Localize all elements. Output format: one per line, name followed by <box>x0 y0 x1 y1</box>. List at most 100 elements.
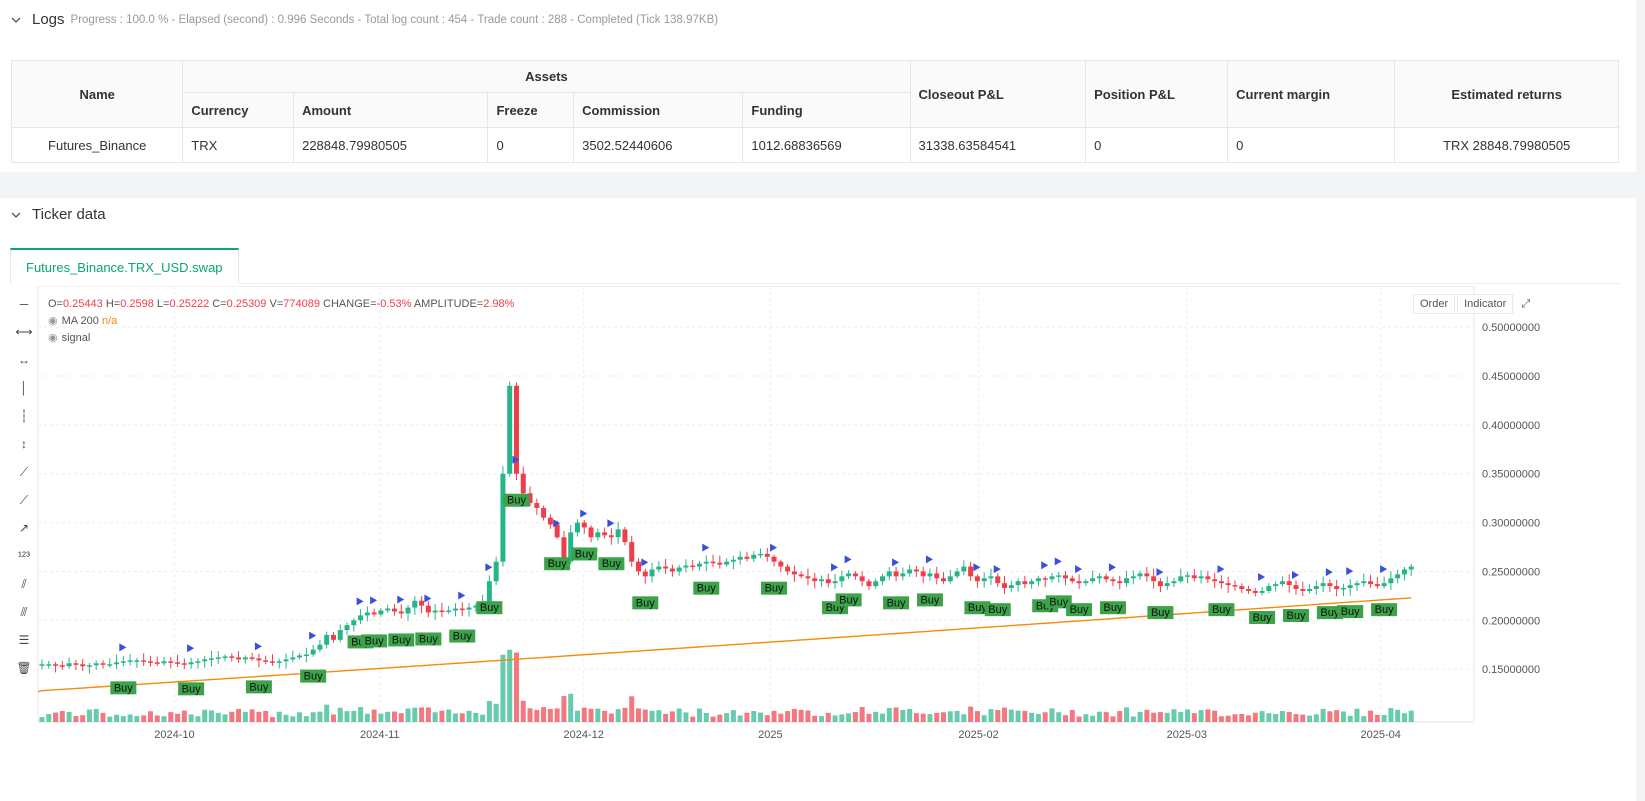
candle-body <box>425 605 431 613</box>
volume-bar <box>378 713 384 722</box>
chart-area[interactable]: 0.50000000 0.45000000 0.40000000 0.35000000… <box>0 286 1636 801</box>
candle-body <box>215 657 221 659</box>
price-label-icon[interactable]: ¹²³ <box>14 546 34 566</box>
volume-bar <box>1273 713 1279 722</box>
eye-icon[interactable]: ◉ <box>48 315 58 327</box>
extended-line-icon[interactable]: ↔ <box>14 350 34 370</box>
candle-body <box>1022 581 1028 585</box>
candle-body <box>1198 576 1204 579</box>
signal-marker <box>973 563 981 572</box>
x-tick-label: 2025 <box>758 729 782 741</box>
horizontal-ray-icon[interactable]: ⟷ <box>14 322 34 342</box>
h-value: 0.2598 <box>120 298 154 310</box>
candle-body <box>1191 575 1197 579</box>
volume-bar <box>595 708 601 722</box>
volume-bar <box>412 707 418 722</box>
volume-bar <box>1035 713 1041 722</box>
vertical-segment-icon[interactable]: ┆ <box>14 406 34 426</box>
candle-body <box>358 615 364 621</box>
ray-icon[interactable]: ⟋ <box>14 490 34 510</box>
volume-bar <box>730 710 736 722</box>
signal-marker <box>1054 557 1062 566</box>
candle-body <box>635 561 641 572</box>
ticker-header[interactable]: Ticker data <box>10 206 106 223</box>
buy-signal-label: Buy <box>988 604 1007 616</box>
candle-body <box>39 664 45 666</box>
buy-signal-label: Buy <box>1253 612 1272 624</box>
volume-bar <box>717 714 723 722</box>
volume-bar <box>385 711 391 722</box>
o-value: 0.25443 <box>62 298 103 310</box>
volume-bar <box>500 654 506 722</box>
signal-marker <box>370 596 378 605</box>
signal-marker <box>1075 565 1083 574</box>
volume-bar <box>297 712 303 722</box>
y-tick-label: 0.20000000 <box>1482 615 1540 627</box>
eye-icon[interactable]: ◉ <box>48 332 58 344</box>
order-button[interactable]: Order <box>1413 294 1456 314</box>
candle-body <box>364 612 370 616</box>
fullscreen-icon[interactable]: ⤢ <box>1515 294 1537 314</box>
candle-body <box>330 634 336 640</box>
volume-bar <box>1083 714 1089 722</box>
cell-freeze: 0 <box>487 127 575 163</box>
chevron-down-icon[interactable] <box>10 14 22 26</box>
indicator-button[interactable]: Indicator <box>1457 294 1514 314</box>
volume-bar <box>656 710 662 722</box>
candlestick-chart[interactable]: 0.50000000 0.45000000 0.40000000 0.35000000… <box>0 286 1636 801</box>
candle-body <box>1218 581 1224 584</box>
fib-icon[interactable]: ⫻ <box>14 602 34 622</box>
signal-legend[interactable]: ◉ signal <box>48 330 514 347</box>
volume-bar <box>513 652 519 722</box>
volume-bar <box>1090 715 1096 722</box>
arrow-line-icon[interactable]: ↗ <box>14 518 34 538</box>
trend-line-icon[interactable]: ⟋ <box>14 462 34 482</box>
signal-marker <box>993 565 1001 574</box>
ma-legend[interactable]: ◉ MA 200 n/a <box>48 313 514 330</box>
candle-body <box>1137 573 1143 577</box>
candle-body <box>1361 581 1367 584</box>
cell-name: Futures_Binance <box>10 127 184 163</box>
candle-body <box>981 578 987 582</box>
cell-amount: 228848.79980505 <box>293 127 489 163</box>
volume-bar <box>873 711 879 722</box>
parallel-channel-icon[interactable]: ⫽ <box>14 574 34 594</box>
signal-marker <box>607 519 615 528</box>
buy-signal-label: Buy <box>575 548 594 560</box>
c-label: C= <box>212 298 227 310</box>
signal-marker <box>1108 563 1116 572</box>
candle-body <box>805 576 811 579</box>
trash-icon[interactable]: 🗑 <box>14 658 34 678</box>
volume-bar <box>398 713 404 722</box>
logs-header[interactable]: Logs Progress : 100.0 % - Elapsed (secon… <box>10 11 718 28</box>
vertical-ray-icon[interactable]: ↕ <box>14 434 34 454</box>
tab-trx-usd-swap[interactable]: Futures_Binance.TRX_USD.swap <box>10 248 239 284</box>
volume-bar <box>995 710 1001 722</box>
signal-marker <box>641 558 649 567</box>
volume-bar <box>798 709 804 722</box>
candle-body <box>886 571 892 577</box>
vertical-line-icon[interactable]: │ <box>14 378 34 398</box>
horizontal-line-icon[interactable]: ─ <box>14 294 34 314</box>
volume-bar <box>893 707 899 722</box>
candle-body <box>710 561 716 564</box>
candle-body <box>398 611 404 614</box>
volume-bar <box>107 716 113 722</box>
candle-body <box>574 522 580 533</box>
candle-body <box>1151 576 1157 582</box>
volume-bar <box>1300 714 1306 722</box>
candle-body <box>1381 583 1387 587</box>
cell-currency: TRX <box>182 127 295 163</box>
volume-bar <box>859 706 865 722</box>
multi-line-icon[interactable]: ☰ <box>14 630 34 650</box>
chevron-down-icon[interactable] <box>10 209 22 221</box>
candle-body <box>73 663 79 665</box>
signal-label: signal <box>61 332 91 344</box>
volume-bar <box>608 713 614 722</box>
candle-body <box>669 568 675 572</box>
signal-marker <box>1156 568 1164 577</box>
col-returns-header: Estimated returns <box>1394 60 1619 128</box>
candle-body <box>1388 578 1394 584</box>
y-tick-label: 0.25000000 <box>1482 566 1540 578</box>
volume-bar <box>954 710 960 722</box>
